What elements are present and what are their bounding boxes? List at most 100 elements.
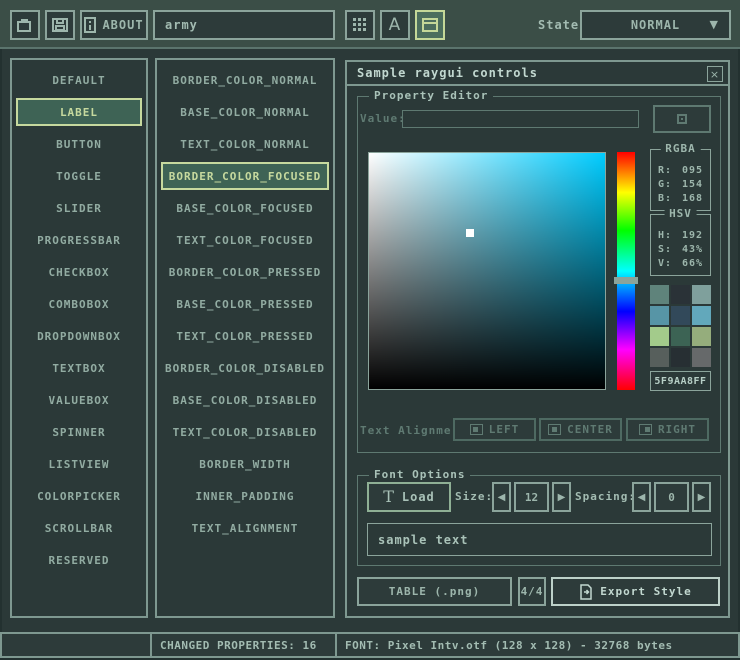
sidebar-item-default[interactable]: DEFAULT xyxy=(16,66,142,94)
rgba-blue-row: B: 168 xyxy=(658,193,703,207)
page-counter[interactable]: 4/4 xyxy=(518,577,546,606)
property-item-text_color_focused[interactable]: TEXT_COLOR_FOCUSED xyxy=(161,226,329,254)
property-item-base_color_focused[interactable]: BASE_COLOR_FOCUSED xyxy=(161,194,329,222)
hue-slider[interactable] xyxy=(617,152,635,390)
color-swatch-5[interactable] xyxy=(692,306,711,325)
property-item-border_color_pressed[interactable]: BORDER_COLOR_PRESSED xyxy=(161,258,329,286)
value-apply-button[interactable] xyxy=(653,105,711,133)
color-swatch-8[interactable] xyxy=(692,327,711,346)
color-swatch-3[interactable] xyxy=(650,306,669,325)
spacing-label: Spacing: xyxy=(575,490,636,503)
sidebar-item-colorpicker[interactable]: COLORPICKER xyxy=(16,482,142,510)
close-icon[interactable]: × xyxy=(707,66,723,82)
sample-window-titlebar[interactable]: Sample raygui controls × xyxy=(347,62,728,86)
sidebar-item-reserved[interactable]: RESERVED xyxy=(16,546,142,574)
align-right-label: RIGHT xyxy=(658,423,696,436)
chevron-down-icon: ▼ xyxy=(710,18,719,31)
export-style-label: Export Style xyxy=(600,585,691,598)
v-value: 66% xyxy=(682,258,703,272)
align-right-icon xyxy=(639,424,652,435)
font-info-status: FONT: Pixel Intv.otf (128 x 128) - 32768… xyxy=(335,632,740,658)
save-file-button[interactable] xyxy=(45,10,75,40)
export-file-icon xyxy=(579,584,593,600)
property-item-border_color_normal[interactable]: BORDER_COLOR_NORMAL xyxy=(161,66,329,94)
sidebar-item-checkbox[interactable]: CHECKBOX xyxy=(16,258,142,286)
sidebar-item-listview[interactable]: LISTVIEW xyxy=(16,450,142,478)
style-name-input[interactable] xyxy=(153,10,335,40)
sidebar-item-progressbar[interactable]: PROGRESSBAR xyxy=(16,226,142,254)
color-swatch-10[interactable] xyxy=(671,348,690,367)
property-item-border_width[interactable]: BORDER_WIDTH xyxy=(161,450,329,478)
align-center-label: CENTER xyxy=(567,423,613,436)
property-item-inner_padding[interactable]: INNER_PADDING xyxy=(161,482,329,510)
style-table-view-button[interactable] xyxy=(345,10,375,40)
s-label: S: xyxy=(658,244,672,258)
controls-list-panel: DEFAULT LABEL BUTTON TOGGLE SLIDER PROGRESSBA… xyxy=(10,58,148,618)
spacing-increase-button[interactable]: ▶ xyxy=(692,482,711,512)
property-item-text_color_disabled[interactable]: TEXT_COLOR_DISABLED xyxy=(161,418,329,446)
sidebar-item-slider[interactable]: SLIDER xyxy=(16,194,142,222)
state-dropdown[interactable]: NORMAL ▼ xyxy=(580,10,731,40)
about-button-label: ABOUT xyxy=(102,18,143,32)
color-swatch-11[interactable] xyxy=(692,348,711,367)
property-item-text_color_pressed[interactable]: TEXT_COLOR_PRESSED xyxy=(161,322,329,350)
controls-view-button[interactable] xyxy=(415,10,445,40)
hex-color-value[interactable]: 5F9AA8FF xyxy=(650,371,711,391)
size-increase-button[interactable]: ▶ xyxy=(552,482,571,512)
property-item-text_color_normal[interactable]: TEXT_COLOR_NORMAL xyxy=(161,130,329,158)
color-swatch-7[interactable] xyxy=(671,327,690,346)
text-t-icon: T xyxy=(383,489,395,505)
align-right-button[interactable]: RIGHT xyxy=(626,418,709,441)
sidebar-item-dropdownbox[interactable]: DROPDOWNBOX xyxy=(16,322,142,350)
color-picker-saturation-square[interactable] xyxy=(368,152,606,390)
property-item-border_color_focused[interactable]: BORDER_COLOR_FOCUSED xyxy=(161,162,329,190)
color-swatch-4[interactable] xyxy=(671,306,690,325)
hsv-saturation-row: S: 43% xyxy=(658,244,703,258)
hsv-value-row: V: 66% xyxy=(658,258,703,272)
font-view-button[interactable]: A xyxy=(380,10,410,40)
align-left-label: LEFT xyxy=(489,423,520,436)
color-swatch-6[interactable] xyxy=(650,327,669,346)
hue-slider-handle[interactable] xyxy=(614,277,638,284)
export-style-button[interactable]: Export Style xyxy=(551,577,720,606)
color-swatch-9[interactable] xyxy=(650,348,669,367)
sample-text-input[interactable]: sample text xyxy=(367,523,712,556)
h-label: H: xyxy=(658,230,672,244)
value-input[interactable] xyxy=(402,110,639,128)
sidebar-item-toggle[interactable]: TOGGLE xyxy=(16,162,142,190)
align-left-icon xyxy=(470,424,483,435)
open-file-button[interactable] xyxy=(10,10,40,40)
sidebar-item-label[interactable]: LABEL xyxy=(16,98,142,126)
property-item-text_alignment[interactable]: TEXT_ALIGNMENT xyxy=(161,514,329,542)
v-label: V: xyxy=(658,258,672,272)
sidebar-item-valuebox[interactable]: VALUEBOX xyxy=(16,386,142,414)
color-swatch-2[interactable] xyxy=(692,285,711,304)
sidebar-item-scrollbar[interactable]: SCROLLBAR xyxy=(16,514,142,542)
rguistyler-window: ABOUT A State: NORMAL ▼ xyxy=(0,0,740,660)
align-center-button[interactable]: CENTER xyxy=(539,418,622,441)
property-item-base_color_disabled[interactable]: BASE_COLOR_DISABLED xyxy=(161,386,329,414)
grid-icon xyxy=(353,18,367,32)
color-swatch-0[interactable] xyxy=(650,285,669,304)
size-value[interactable]: 12 xyxy=(514,482,549,512)
window-panel-icon xyxy=(422,18,438,32)
align-left-button[interactable]: LEFT xyxy=(453,418,536,441)
size-decrease-button[interactable]: ◀ xyxy=(492,482,511,512)
sidebar-item-combobox[interactable]: COMBOBOX xyxy=(16,290,142,318)
color-picker-cursor[interactable] xyxy=(466,229,474,237)
table-png-button[interactable]: TABLE (.png) xyxy=(357,577,512,606)
about-button[interactable]: ABOUT xyxy=(80,10,148,40)
color-swatch-1[interactable] xyxy=(671,285,690,304)
spacing-decrease-button[interactable]: ◀ xyxy=(632,482,651,512)
property-item-base_color_pressed[interactable]: BASE_COLOR_PRESSED xyxy=(161,290,329,318)
load-font-button[interactable]: T Load xyxy=(367,482,451,512)
h-value: 192 xyxy=(682,230,703,244)
toolbar: ABOUT A State: NORMAL ▼ xyxy=(0,0,740,49)
property-item-base_color_normal[interactable]: BASE_COLOR_NORMAL xyxy=(161,98,329,126)
spacing-value[interactable]: 0 xyxy=(654,482,689,512)
property-item-border_color_disabled[interactable]: BORDER_COLOR_DISABLED xyxy=(161,354,329,382)
font-a-icon: A xyxy=(389,15,402,35)
sidebar-item-button[interactable]: BUTTON xyxy=(16,130,142,158)
sidebar-item-textbox[interactable]: TEXTBOX xyxy=(16,354,142,382)
sidebar-item-spinner[interactable]: SPINNER xyxy=(16,418,142,446)
